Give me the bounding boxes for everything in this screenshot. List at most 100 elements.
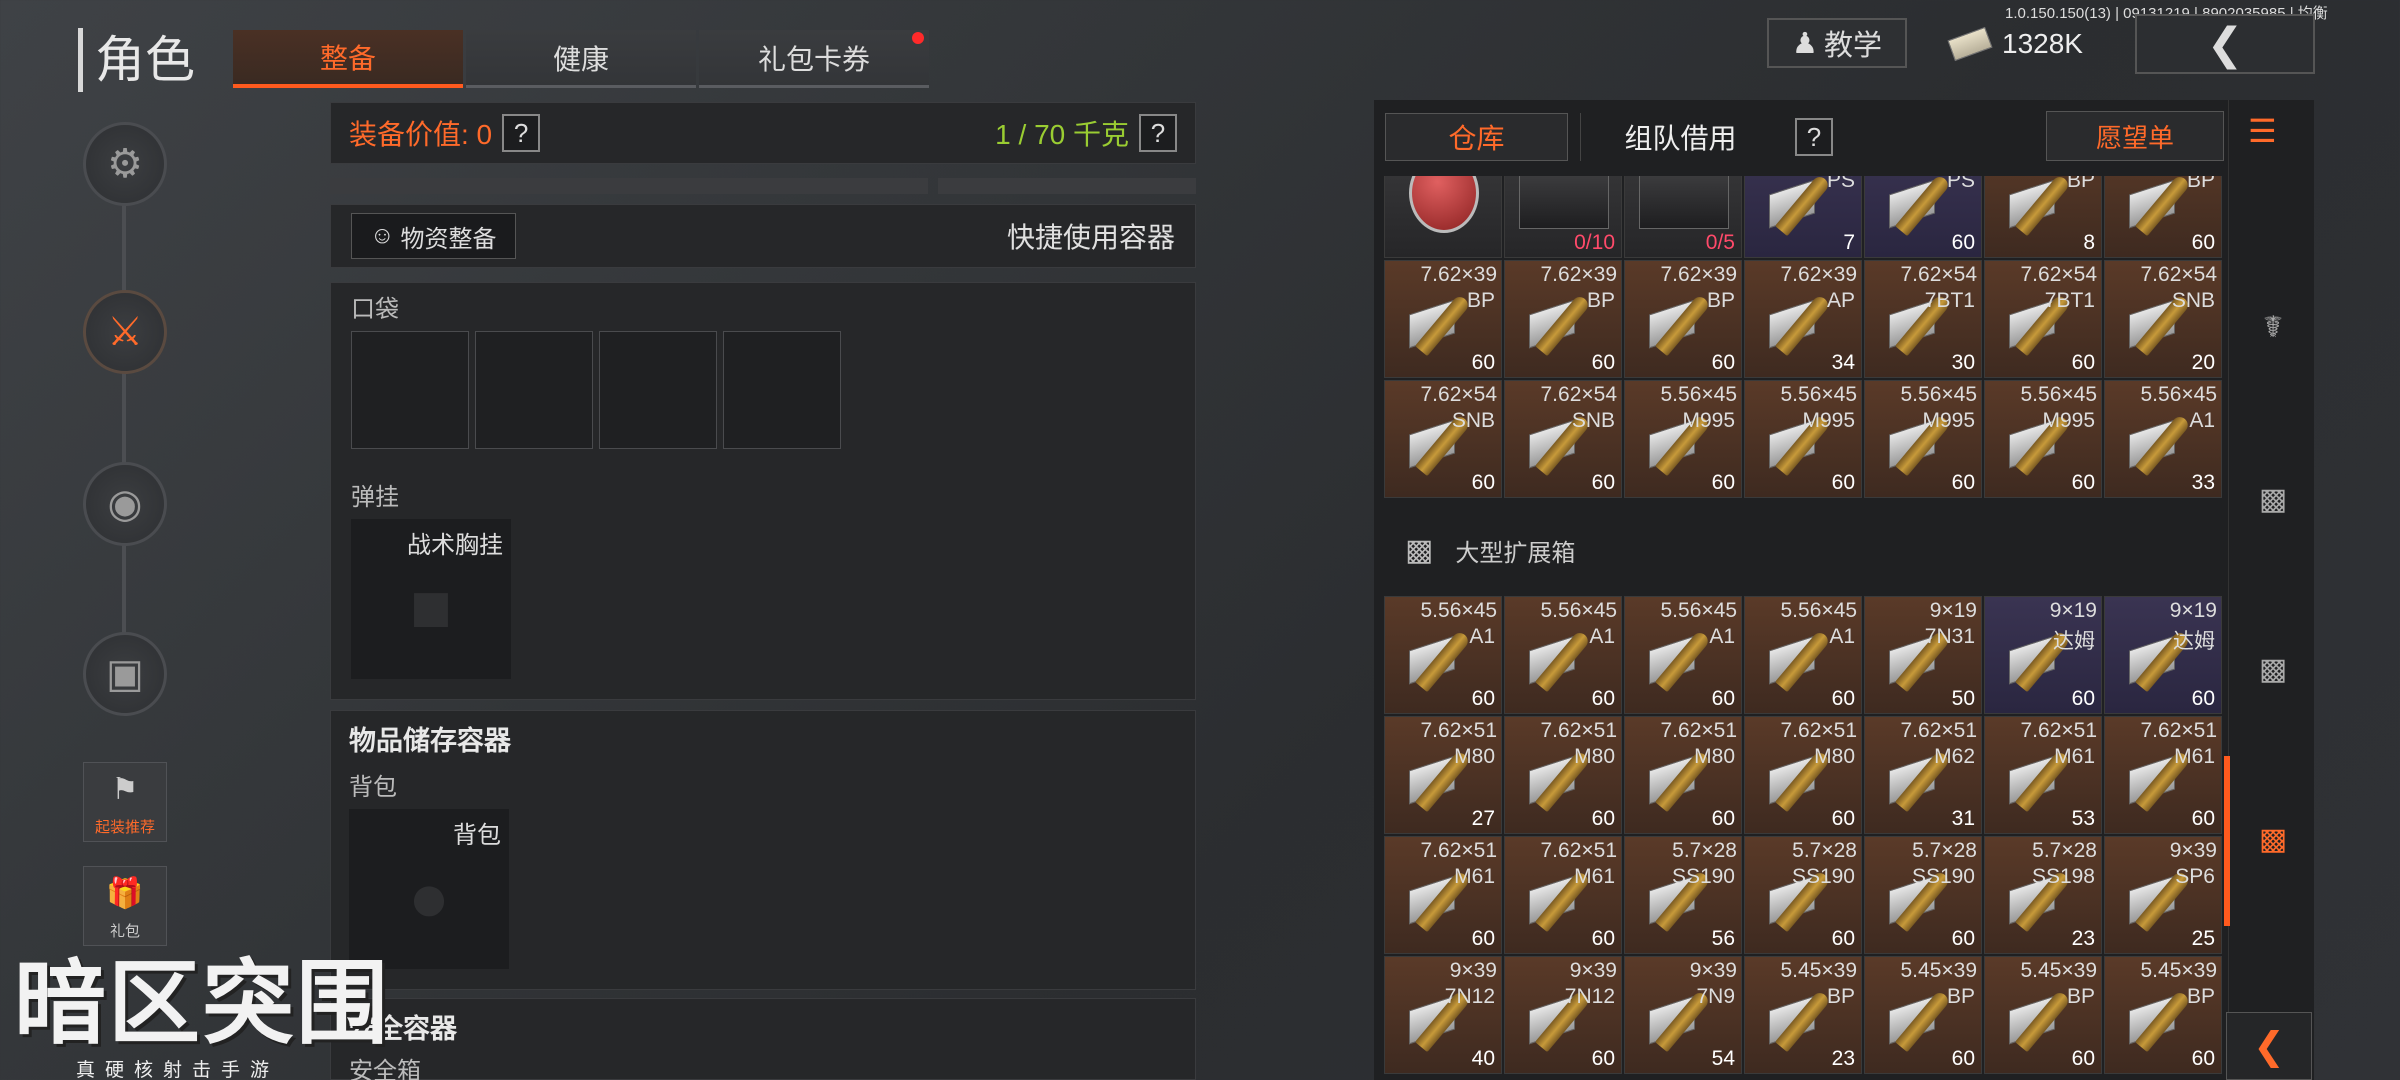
nav-backpack[interactable]: ◉ xyxy=(83,462,167,546)
tab-gift-coupons[interactable]: 礼包卡券 xyxy=(699,30,929,88)
ammo-item[interactable]: PS 7 xyxy=(1744,176,1862,258)
ammo-item[interactable]: 5.56×45 A1 33 xyxy=(2104,380,2222,498)
ammo-item[interactable]: 7.62×54 7BT1 60 xyxy=(1984,260,2102,378)
storage-title: 物品储存容器 xyxy=(349,726,511,756)
tutorial-button[interactable]: ♟ 教学 xyxy=(1767,18,1907,68)
container-item[interactable]: 0/10 xyxy=(1504,176,1622,258)
ammo-item[interactable]: 7.62×39 BP 60 xyxy=(1384,260,1502,378)
ammo-caliber: 7.62×39 xyxy=(1780,263,1858,286)
ammo-item[interactable]: 7.62×39 BP 60 xyxy=(1504,260,1622,378)
ammo-item[interactable]: 7.62×51 M80 27 xyxy=(1384,716,1502,834)
tab-health[interactable]: 健康 xyxy=(466,30,696,88)
ammo-type: M62 xyxy=(1934,745,1975,768)
medkit-icon[interactable]: ☤ xyxy=(2248,310,2298,345)
ammo-item[interactable]: 7.62×39 AP 34 xyxy=(1744,260,1862,378)
container-item[interactable]: 0/5 xyxy=(1624,176,1742,258)
ammo-type: A1 xyxy=(1829,625,1855,648)
pocket-label: 口袋 xyxy=(351,296,399,323)
ammo-item[interactable]: 9×39 7N9 54 xyxy=(1624,956,1742,1074)
ammo-item[interactable]: 5.7×28 SS198 23 xyxy=(1984,836,2102,954)
gift-button[interactable]: 🎁 礼包 xyxy=(83,866,167,946)
ammo-caliber: 7.62×51 xyxy=(1900,719,1978,742)
ammo-item[interactable]: 7.62×54 SNB 20 xyxy=(2104,260,2222,378)
ammo-item[interactable]: 5.7×28 SS190 60 xyxy=(1864,836,1982,954)
ammo-item[interactable]: 7.62×54 SNB 60 xyxy=(1504,380,1622,498)
nav-weapons[interactable]: ⚙ xyxy=(83,122,167,206)
ammo-item[interactable]: 5.56×45 A1 60 xyxy=(1744,596,1862,714)
pocket-slot[interactable] xyxy=(351,331,469,449)
ammo-item[interactable]: 5.56×45 M995 60 xyxy=(1744,380,1862,498)
pocket-slot[interactable] xyxy=(723,331,841,449)
ammo-caliber: 7.62×51 xyxy=(1660,719,1738,742)
ammo-item[interactable]: 5.56×45 A1 60 xyxy=(1504,596,1622,714)
ammo-item[interactable]: BP 8 xyxy=(1984,176,2102,258)
pocket-slot[interactable] xyxy=(599,331,717,449)
ammo-item[interactable]: 5.56×45 A1 60 xyxy=(1624,596,1742,714)
collapse-button[interactable]: ❮ xyxy=(2226,1012,2312,1080)
ammo-item[interactable]: 5.45×39 BP 23 xyxy=(1744,956,1862,1074)
ammo-item[interactable]: 5.45×39 BP 60 xyxy=(1864,956,1982,1074)
ammo-item[interactable]: 7.62×51 M62 31 xyxy=(1864,716,1982,834)
ammo-type: PS xyxy=(1946,176,1975,192)
ammo-item[interactable]: 7.62×54 SNB 60 xyxy=(1384,380,1502,498)
nav-connector xyxy=(122,130,126,700)
ammo-item[interactable]: 5.56×45 M995 60 xyxy=(1864,380,1982,498)
ammo-item[interactable]: 9×39 SP6 25 xyxy=(2104,836,2222,954)
storage-box-icon[interactable]: ▩ xyxy=(2248,482,2298,517)
ammo-item[interactable]: 7.62×51 M61 60 xyxy=(1504,836,1622,954)
ammo-item[interactable]: 5.45×39 BP 60 xyxy=(1984,956,2102,1074)
backpack-icon: ● xyxy=(407,858,451,936)
ammo-item[interactable]: 7.62×51 M61 60 xyxy=(2104,716,2222,834)
ammo-item[interactable]: 5.56×45 M995 60 xyxy=(1624,380,1742,498)
ammo-item[interactable]: BP 60 xyxy=(2104,176,2222,258)
ammo-item[interactable]: PS 60 xyxy=(1864,176,1982,258)
storage-box-icon[interactable]: ▩ xyxy=(2248,652,2298,687)
item-count: 25 xyxy=(2191,927,2215,950)
ammo-item[interactable]: 7.62×51 M61 60 xyxy=(1384,836,1502,954)
sort-icon[interactable]: ☰ xyxy=(2248,112,2277,150)
nav-case[interactable]: ▣ xyxy=(83,632,167,716)
wishlist-button[interactable]: 愿望单 xyxy=(2046,111,2224,161)
ammo-type: BP xyxy=(1466,289,1495,312)
ammo-item[interactable]: 7.62×51 M80 60 xyxy=(1744,716,1862,834)
ammo-box-icon[interactable]: ▩ xyxy=(2248,822,2298,857)
instructor-icon: ♟ xyxy=(1791,27,1818,60)
tab-warehouse[interactable]: 仓库 xyxy=(1385,113,1568,161)
ammo-item[interactable]: 7.62×51 M61 53 xyxy=(1984,716,2102,834)
ammo-item[interactable]: 7.62×54 7BT1 30 xyxy=(1864,260,1982,378)
item-count: 0/5 xyxy=(1705,231,1735,254)
ammo-caliber: 7.62×51 xyxy=(1780,719,1858,742)
ammo-caliber: 7.62×51 xyxy=(1420,839,1498,862)
ammo-item[interactable]: 9×19 达姆 60 xyxy=(1984,596,2102,714)
warehouse-help-button[interactable]: ? xyxy=(1795,118,1833,156)
chest-rig-slot-label: 战术胸挂 xyxy=(407,532,503,559)
ammo-item[interactable]: 7.62×39 BP 60 xyxy=(1624,260,1742,378)
ammo-item[interactable]: 9×39 7N12 60 xyxy=(1504,956,1622,1074)
chest-rig-slot[interactable]: 战术胸挂 ■ xyxy=(351,519,511,679)
ammo-caliber: 5.56×45 xyxy=(1780,599,1858,622)
ammo-item[interactable]: 9×39 7N12 40 xyxy=(1384,956,1502,1074)
pocket-slot[interactable] xyxy=(475,331,593,449)
ammo-item[interactable]: 5.7×28 SS190 56 xyxy=(1624,836,1742,954)
backpack-slot[interactable]: 背包 ● xyxy=(349,809,509,969)
nav-gear[interactable]: ⚔ xyxy=(83,290,167,374)
loadout-recommend-button[interactable]: ⚑ 起装推荐 xyxy=(83,762,167,842)
grenade-item[interactable] xyxy=(1384,176,1502,258)
ammo-item[interactable]: 7.62×51 M80 60 xyxy=(1624,716,1742,834)
ammo-item[interactable]: 5.56×45 A1 60 xyxy=(1384,596,1502,714)
ammo-item[interactable]: 9×19 7N31 50 xyxy=(1864,596,1982,714)
ammo-item[interactable]: 5.56×45 M995 60 xyxy=(1984,380,2102,498)
tab-equip[interactable]: 整备 xyxy=(233,30,463,88)
tab-team-borrow[interactable]: 组队借用 xyxy=(1580,113,1780,161)
section-label: 大型扩展箱 xyxy=(1455,539,1576,567)
ammo-type: SS198 xyxy=(2031,865,2095,888)
ammo-type: SP6 xyxy=(2175,865,2215,888)
ammo-item[interactable]: 5.45×39 BP 60 xyxy=(2104,956,2222,1074)
supply-prep-button[interactable]: ☺ 物资整备 xyxy=(351,213,516,259)
weight-help-button[interactable]: ? xyxy=(1139,114,1177,152)
back-button[interactable]: ❮ xyxy=(2135,14,2315,74)
ammo-item[interactable]: 7.62×51 M80 60 xyxy=(1504,716,1622,834)
ammo-item[interactable]: 9×19 达姆 60 xyxy=(2104,596,2222,714)
value-help-button[interactable]: ? xyxy=(502,114,541,152)
ammo-item[interactable]: 5.7×28 SS190 60 xyxy=(1744,836,1862,954)
